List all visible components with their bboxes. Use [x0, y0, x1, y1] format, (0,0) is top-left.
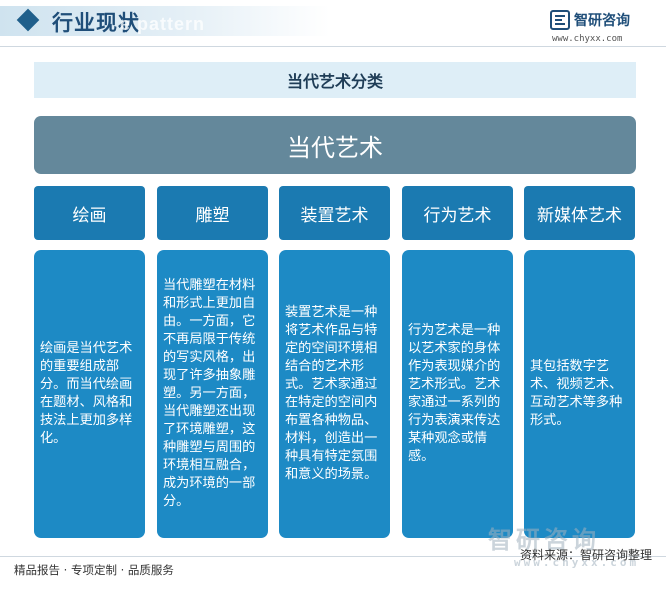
category-title: 新媒体艺术 [537, 205, 622, 226]
header-watermark: e pattern [120, 14, 206, 34]
category-header-new-media: 新媒体艺术 [524, 186, 635, 240]
category-description: 装置艺术是一种将艺术作品与特定的空间环境相结合的艺术形式。艺术家通过在特定的空间… [285, 305, 378, 482]
category-desc-installation: 装置艺术是一种将艺术作品与特定的空间环境相结合的艺术形式。艺术家通过在特定的空间… [279, 250, 390, 538]
category-title: 装置艺术 [300, 205, 369, 226]
category-desc-performance: 行为艺术是一种以艺术家的身体作为表现媒介的艺术形式。艺术家通过一系列的行为表演来… [402, 250, 513, 538]
diagram-subtitle: 当代艺术分类 [286, 72, 383, 91]
footer-slogan: 精品报告 · 专项定制 · 品质服务 [14, 563, 174, 577]
brand-name: 智研咨询 [574, 13, 630, 29]
root-node: 当代艺术 [34, 116, 636, 174]
category-description: 绘画是当代艺术的重要组成部分。而当代绘画在题材、风格和技法上更加多样化。 [40, 341, 133, 446]
brand-logo-icon [550, 10, 570, 30]
category-title: 行为艺术 [423, 205, 492, 226]
brand-url: www.chyxx.com [552, 34, 623, 44]
category-header-performance: 行为艺术 [402, 186, 513, 240]
category-header-installation: 装置艺术 [279, 186, 390, 240]
top-divider [0, 46, 666, 47]
root-node-label: 当代艺术 [287, 133, 383, 162]
category-title: 雕塑 [195, 205, 230, 226]
category-title: 绘画 [72, 205, 107, 226]
category-header-sculpture: 雕塑 [157, 186, 268, 240]
category-desc-painting: 绘画是当代艺术的重要组成部分。而当代绘画在题材、风格和技法上更加多样化。 [34, 250, 145, 538]
category-desc-sculpture: 当代雕塑在材料和形式上更加自由。一方面，它不再局限于传统的写实风格，出现了许多抽… [157, 250, 268, 538]
subtitle-band: 当代艺术分类 [34, 62, 636, 98]
category-description: 行为艺术是一种以艺术家的身体作为表现媒介的艺术形式。艺术家通过一系列的行为表演来… [408, 323, 501, 464]
category-description: 当代雕塑在材料和形式上更加自由。一方面，它不再局限于传统的写实风格，出现了许多抽… [163, 278, 256, 509]
source-note: 资料来源：智研咨询整理 [519, 548, 652, 562]
category-description: 其包括数字艺术、视频艺术、互动艺术等多种形式。 [530, 359, 623, 428]
category-desc-new-media: 其包括数字艺术、视频艺术、互动艺术等多种形式。 [524, 250, 635, 538]
category-header-painting: 绘画 [34, 186, 145, 240]
brand: 智研咨询 www.chyxx.com [550, 8, 646, 44]
